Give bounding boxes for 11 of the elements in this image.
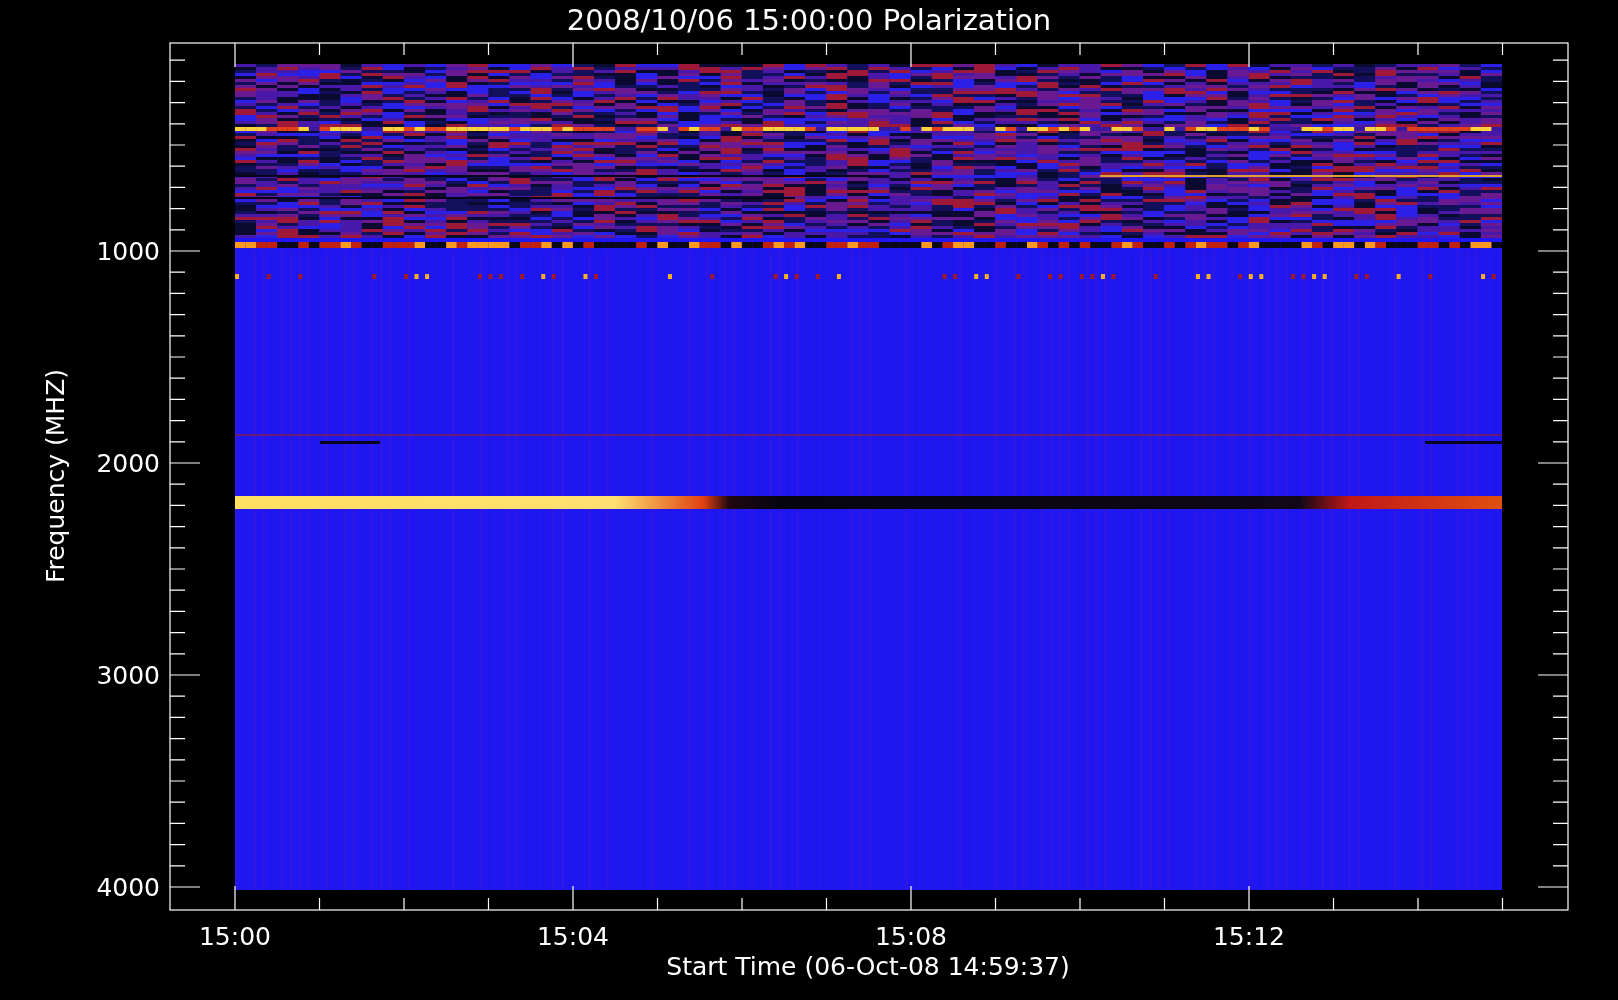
y-tick-label: 4000 (96, 873, 160, 902)
x-axis-label: Start Time (06-Oct-08 14:59:37) (666, 952, 1070, 981)
x-tick-label: 15:00 (199, 922, 271, 951)
x-tick-label: 15:04 (537, 922, 609, 951)
x-tick-label: 15:12 (1213, 922, 1285, 951)
y-tick-label: 3000 (96, 661, 160, 690)
x-tick-label: 15:08 (875, 922, 947, 951)
y-tick-label: 2000 (96, 449, 160, 478)
y-tick-label: 1000 (96, 237, 160, 266)
y-axis-label: Frequency (MHZ) (41, 368, 70, 584)
chart-title: 2008/10/06 15:00:00 Polarization (566, 3, 1052, 37)
